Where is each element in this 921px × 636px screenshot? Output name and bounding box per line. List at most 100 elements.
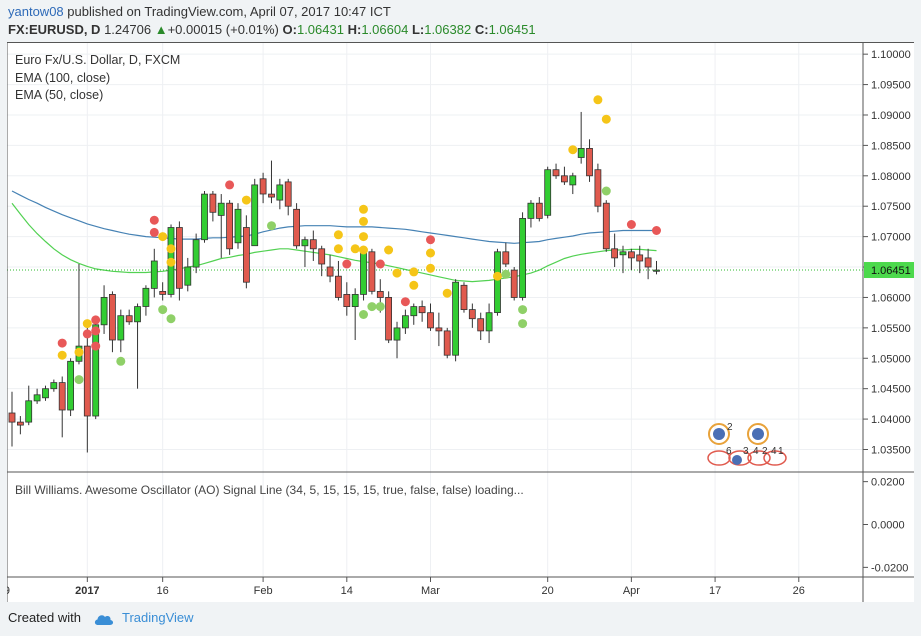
candle — [234, 208, 242, 244]
close-label: C: — [474, 22, 489, 37]
signal-dot — [91, 341, 101, 351]
ao-tick-label: 0.0200 — [871, 477, 905, 489]
candle — [251, 184, 259, 247]
tradingview-link[interactable]: TradingView — [122, 610, 194, 625]
ao-tick-label: 0.0000 — [871, 520, 905, 532]
candle — [360, 251, 367, 295]
publish-info: yantow08 published on TradingView.com, A… — [8, 4, 391, 19]
ao-pane-title[interactable]: Bill Williams. Awesome Oscillator (AO) S… — [15, 483, 524, 497]
time-tick-label: Feb — [254, 585, 273, 597]
candle — [544, 169, 552, 216]
signal-dot — [426, 235, 435, 245]
event-flag-icon — [752, 428, 764, 440]
event-count: 6 — [726, 446, 732, 457]
candle — [393, 327, 401, 341]
signal-dot — [359, 216, 368, 226]
candle — [477, 318, 485, 332]
event-count: 4 — [753, 446, 759, 457]
signal-dot — [333, 230, 343, 240]
candle — [293, 208, 301, 247]
cloud-icon — [94, 614, 113, 625]
candle — [134, 306, 141, 323]
candle — [502, 251, 510, 265]
price-tick-label: 1.07500 — [871, 201, 911, 213]
candle — [226, 202, 234, 250]
candle — [33, 394, 41, 402]
signal-dot — [518, 319, 528, 329]
last-price-label: 1.06451 — [871, 265, 911, 277]
candle — [109, 293, 116, 341]
candle — [142, 287, 150, 307]
signal-dot — [400, 297, 410, 307]
candle — [125, 315, 133, 323]
symbol-info-line: FX:EURUSD, D 1.24706 ▲+0.00015 (+0.01%) … — [8, 22, 536, 37]
price-tick-label: 1.04000 — [871, 414, 911, 426]
signal-dot — [652, 226, 661, 235]
time-tick-label: 20 — [542, 585, 554, 597]
ema100-legend[interactable]: EMA (100, close) — [15, 71, 110, 85]
candle — [577, 148, 585, 158]
signal-dot — [601, 114, 611, 124]
event-count: 2 — [727, 422, 733, 433]
signal-dot — [367, 302, 377, 312]
candle — [50, 382, 58, 390]
low-label: L: — [411, 22, 425, 37]
candle — [284, 181, 292, 207]
candle — [443, 330, 451, 356]
price-tick-label: 1.05500 — [871, 323, 911, 335]
candle — [519, 217, 526, 298]
signal-dot — [359, 232, 368, 242]
candle — [42, 388, 49, 399]
candle — [452, 281, 460, 356]
signal-dot — [359, 245, 368, 255]
signal-dot — [149, 227, 159, 237]
event-count: 1 — [778, 446, 784, 457]
candle — [16, 421, 24, 426]
signal-dot — [501, 269, 511, 279]
candle — [435, 327, 443, 332]
candle — [628, 251, 635, 259]
candle — [209, 193, 217, 213]
event-flag-icon — [713, 428, 725, 440]
candle — [376, 290, 384, 298]
signal-dot — [91, 315, 101, 325]
time-tick-label: 2017 — [75, 585, 99, 597]
signal-dot — [601, 186, 611, 196]
candle — [326, 266, 334, 277]
price-tick-label: 1.06000 — [871, 292, 911, 304]
chart-title[interactable]: Euro Fx/U.S. Dollar, D, FXCM — [15, 53, 180, 67]
published-text: published on TradingView.com, April 07, … — [67, 4, 391, 19]
signal-dot — [350, 244, 360, 254]
candle — [552, 169, 560, 177]
price-tick-label: 1.08000 — [871, 171, 911, 183]
candle — [58, 382, 66, 411]
candle — [268, 193, 275, 198]
signal-dot — [333, 244, 343, 254]
ema50-legend[interactable]: EMA (50, close) — [15, 88, 103, 102]
signal-dot — [409, 280, 419, 290]
close-value: 1.06451 — [488, 22, 536, 37]
signal-dot — [375, 259, 385, 269]
candle — [611, 248, 618, 259]
candle — [468, 309, 476, 320]
open-label: O: — [282, 22, 297, 37]
price-change: +0.00015 (+0.01%) — [167, 22, 279, 37]
signal-dot — [158, 305, 168, 315]
candle — [150, 260, 158, 289]
candle — [201, 193, 208, 241]
signal-dot — [149, 215, 159, 225]
event-count: 3 — [743, 446, 749, 457]
candle — [159, 290, 167, 295]
signal-dot — [568, 145, 578, 155]
candle — [8, 412, 16, 423]
created-with-label: Created with — [8, 610, 81, 625]
signal-dot — [392, 268, 402, 278]
symbol-label: FX:EURUSD, D — [8, 22, 101, 37]
high-label: H: — [347, 22, 362, 37]
username-link[interactable]: yantow08 — [8, 4, 64, 19]
price-tick-label: 1.03500 — [871, 444, 911, 456]
price-tick-label: 1.09500 — [871, 80, 911, 92]
chart-canvas[interactable]: 1.10000 1.09500 1.09000 1.08500 1.08000 1.075… — [7, 42, 914, 602]
candle — [25, 400, 33, 423]
signal-dot — [166, 314, 176, 324]
